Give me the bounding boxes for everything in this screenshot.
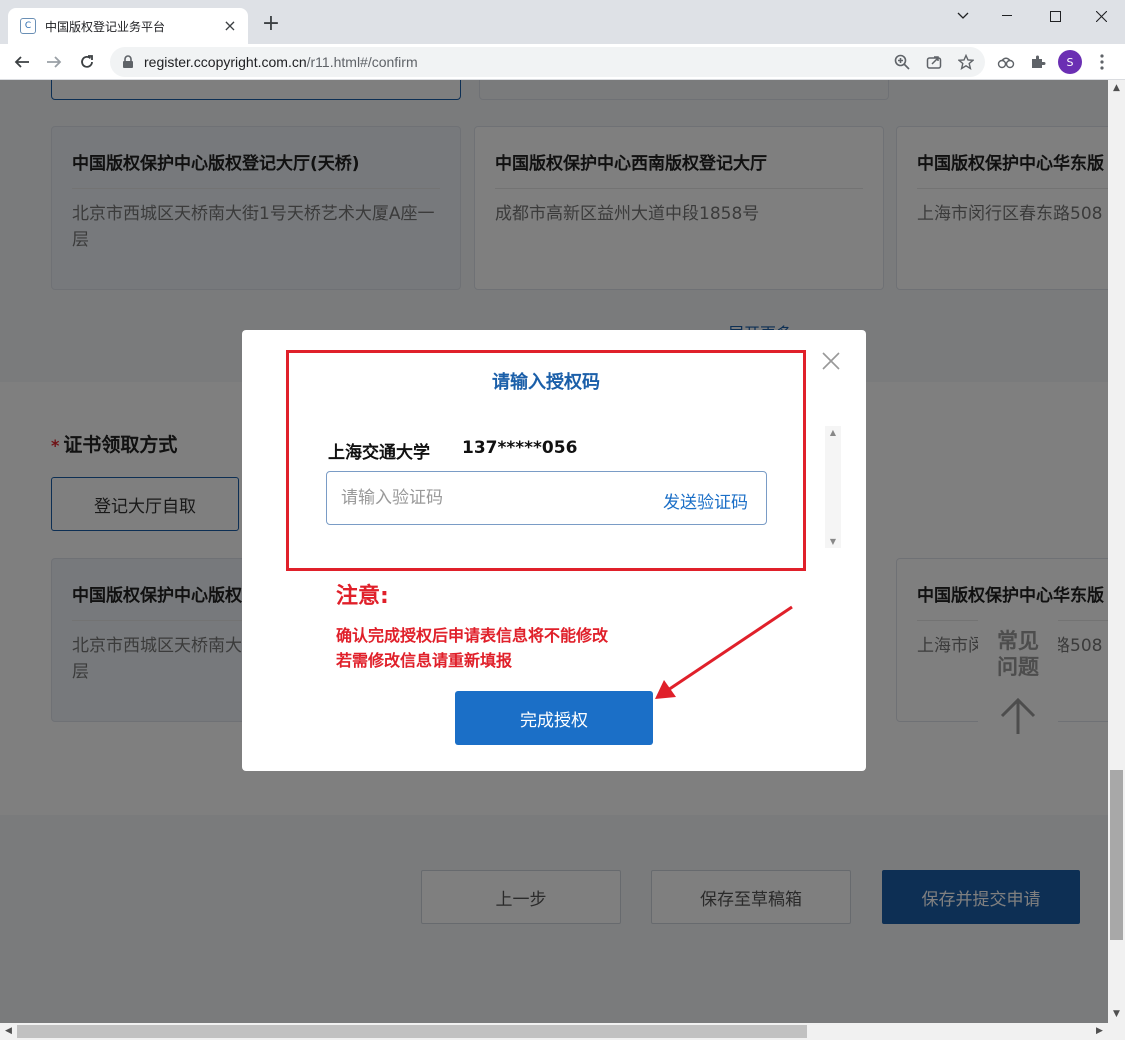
- vertical-scrollbar[interactable]: ▲ ▼: [1108, 80, 1125, 1023]
- vertical-scroll-thumb[interactable]: [1110, 770, 1123, 940]
- browser-toolbar: register.ccopyright.com.cn/r11.html#/con…: [0, 44, 1125, 80]
- site-favicon-icon: C: [20, 18, 36, 34]
- note-title: 注意:: [336, 584, 389, 609]
- scroll-left-arrow-icon[interactable]: ◀: [0, 1023, 17, 1040]
- scroll-up-arrow-icon[interactable]: ▲: [1108, 80, 1125, 97]
- annotation-highlight-box: [286, 350, 806, 571]
- tab-title: 中国版权登记业务平台: [45, 19, 166, 34]
- lock-icon: [123, 55, 133, 68]
- minimize-icon[interactable]: [984, 0, 1030, 32]
- address-bar[interactable]: register.ccopyright.com.cn/r11.html#/con…: [110, 47, 985, 77]
- maximize-icon[interactable]: [1032, 0, 1078, 32]
- scroll-right-arrow-icon[interactable]: ▶: [1091, 1023, 1108, 1040]
- bookmark-star-icon[interactable]: [956, 52, 976, 72]
- new-tab-icon[interactable]: +: [258, 12, 284, 38]
- horizontal-scrollbar[interactable]: ◀ ▶: [0, 1023, 1125, 1040]
- note-line: 确认完成授权后申请表信息将不能修改: [336, 626, 609, 645]
- profile-avatar[interactable]: S: [1058, 50, 1082, 74]
- extensions-puzzle-icon[interactable]: [1026, 50, 1050, 74]
- share-icon[interactable]: [924, 52, 944, 72]
- dialog-scroll-up-icon[interactable]: ▲: [825, 428, 841, 437]
- browser-menu-icon[interactable]: [1090, 50, 1114, 74]
- browser-tab[interactable]: C 中国版权登记业务平台 ×: [8, 8, 248, 44]
- note-line: 若需修改信息请重新填报: [336, 651, 513, 670]
- extension-cloud-icon[interactable]: [994, 50, 1018, 74]
- back-icon[interactable]: [8, 48, 36, 76]
- reload-icon[interactable]: [73, 48, 101, 76]
- horizontal-scroll-thumb[interactable]: [17, 1025, 807, 1038]
- zoom-icon[interactable]: [892, 52, 912, 72]
- window-close-icon[interactable]: [1078, 0, 1124, 32]
- url-text: register.ccopyright.com.cn/r11.html#/con…: [144, 54, 418, 70]
- dialog-scroll-down-icon[interactable]: ▼: [825, 537, 841, 546]
- tab-search-chevron-icon[interactable]: [940, 0, 986, 32]
- forward-icon[interactable]: [40, 48, 68, 76]
- tab-close-icon[interactable]: ×: [222, 18, 238, 34]
- complete-authorization-button[interactable]: 完成授权: [455, 691, 653, 745]
- browser-tab-strip: C 中国版权登记业务平台 × +: [0, 0, 1125, 44]
- scroll-down-arrow-icon[interactable]: ▼: [1108, 1006, 1125, 1023]
- dialog-scrollbar[interactable]: ▲ ▼: [825, 426, 841, 548]
- auth-code-dialog: 请输入授权码 上海交通大学 137*****056 发送验证码 ▲ ▼ 注意: …: [242, 330, 866, 771]
